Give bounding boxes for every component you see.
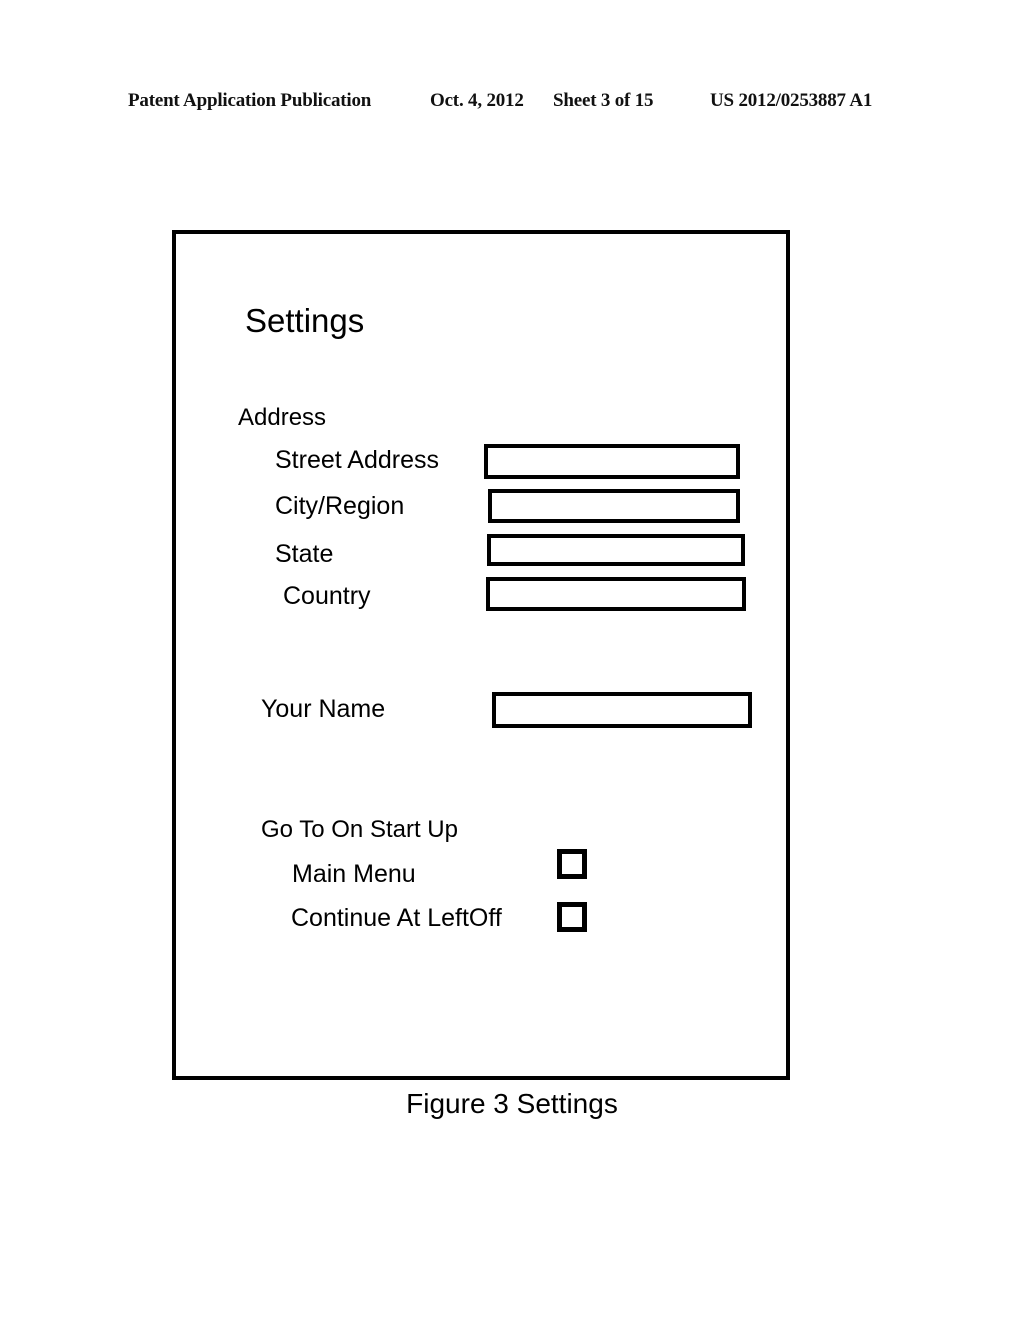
- figure-caption: Figure 3 Settings: [406, 1088, 618, 1119]
- street-address-input[interactable]: [484, 444, 740, 479]
- main-menu-option-label: Main Menu: [292, 860, 416, 888]
- patent-page-header: Patent Application Publication Oct. 4, 2…: [0, 90, 1024, 118]
- country-label: Country: [283, 582, 371, 610]
- main-menu-checkbox[interactable]: [557, 849, 587, 879]
- state-label: State: [275, 540, 334, 568]
- header-patent-number: US 2012/0253887 A1: [710, 90, 873, 111]
- country-input[interactable]: [486, 577, 746, 611]
- header-publication-label: Patent Application Publication: [128, 90, 372, 111]
- state-input[interactable]: [487, 534, 745, 566]
- your-name-input[interactable]: [492, 692, 752, 728]
- address-group-heading: Address: [238, 404, 327, 431]
- settings-screen-frame: Settings Address Street Address City/Reg…: [172, 230, 790, 1080]
- continue-at-leftoff-option-label: Continue At LeftOff: [291, 904, 502, 932]
- street-address-label: Street Address: [275, 446, 439, 474]
- startup-group-heading: Go To On Start Up: [261, 816, 458, 843]
- header-sheet-number: Sheet 3 of 15: [553, 90, 654, 111]
- city-region-label: City/Region: [275, 492, 405, 520]
- your-name-label: Your Name: [261, 695, 386, 723]
- city-region-input[interactable]: [488, 489, 740, 523]
- page-title: Settings: [245, 302, 365, 339]
- continue-at-leftoff-checkbox[interactable]: [557, 902, 587, 932]
- header-publication-date: Oct. 4, 2012: [430, 90, 524, 111]
